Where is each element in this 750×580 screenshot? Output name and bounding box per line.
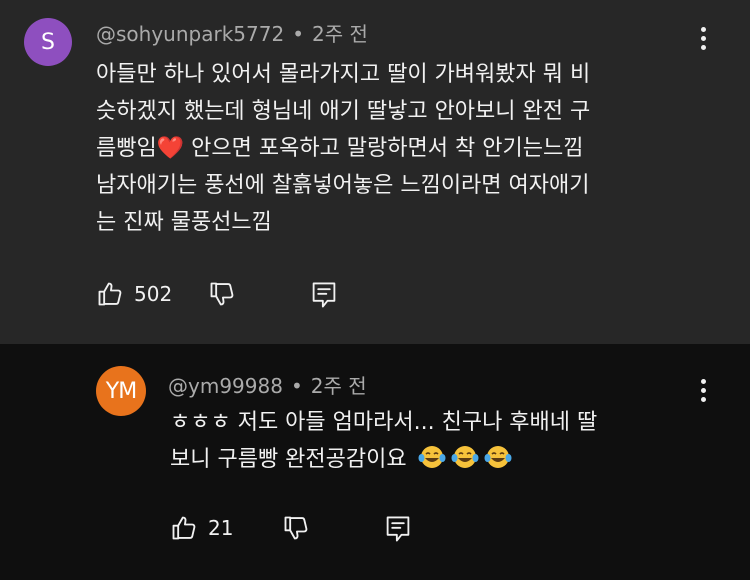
- reply-comment-icon: [386, 516, 410, 542]
- reply-avatar[interactable]: YM: [96, 366, 146, 416]
- more-dot: [700, 44, 706, 50]
- thumbs-up-icon: [98, 282, 122, 306]
- like-count: 502: [134, 282, 173, 306]
- reply-dislike-button[interactable]: [282, 514, 310, 542]
- meta-separator: •: [290, 374, 303, 398]
- like-button[interactable]: 502: [96, 280, 172, 308]
- comment-meta: @sohyunpark5772 • 2주 전: [96, 18, 368, 47]
- more-options-button[interactable]: [691, 20, 715, 56]
- thumbs-down-icon: [210, 282, 234, 306]
- reply-button[interactable]: [310, 280, 338, 310]
- reply-line-segment: 보니 구름빵 완전공감이요: [170, 447, 407, 472]
- avatar-letters: YM: [105, 378, 137, 404]
- avatar-letter: S: [41, 29, 55, 55]
- thumbs-down-icon: [284, 516, 308, 540]
- comment-line: 아들만 하나 있어서 몰라가지고 딸이 가벼워봤자 뭐 비: [96, 62, 591, 87]
- dislike-button[interactable]: [208, 280, 236, 308]
- reply-author[interactable]: @ym99988: [168, 374, 283, 398]
- reply-more-options-button[interactable]: [691, 372, 715, 408]
- comment-line-segment: 안으면 포옥하고 말랑하면서 착 안기는느낌: [184, 136, 584, 161]
- tears-of-joy-emoji: [418, 446, 446, 468]
- meta-separator: •: [292, 22, 304, 46]
- more-dot: [700, 387, 706, 393]
- tears-of-joy-emoji: [484, 446, 512, 468]
- comment-line: 남자애기는 풍선에 찰흙넣어놓은 느낌이라면 여자애기: [96, 173, 590, 198]
- comment-line: 슷하겠지 했는데 형님네 애기 딸낳고 안아보니 완전 구: [96, 99, 591, 124]
- heart-emoji: ❤️: [156, 136, 185, 161]
- more-dot: [700, 396, 706, 402]
- more-dot: [700, 35, 706, 41]
- reply-line: 보니 구름빵 완전공감이요: [170, 441, 597, 478]
- reply-timestamp[interactable]: 2주 전: [311, 374, 367, 398]
- comment-text: 아들만 하나 있어서 몰라가지고 딸이 가벼워봤자 뭐 비 슷하겠지 했는데 형…: [96, 56, 590, 241]
- more-vertical-icon: [700, 378, 706, 384]
- thumbs-up-icon: [172, 516, 196, 540]
- comment-timestamp[interactable]: 2주 전: [312, 22, 368, 46]
- reply-like-count: 21: [208, 516, 234, 540]
- reply-like-button[interactable]: 21: [170, 514, 233, 542]
- comment-line: 는 진짜 물풍선느낌: [96, 210, 272, 235]
- reply-reply-button[interactable]: [384, 514, 412, 544]
- reply-text: ㅎㅎㅎ 저도 아들 엄마라서... 친구나 후배네 딸 보니 구름빵 완전공감이…: [170, 404, 597, 478]
- more-vertical-icon: [700, 26, 706, 32]
- comment-author[interactable]: @sohyunpark5772: [96, 22, 284, 46]
- reply-comment-icon: [312, 282, 336, 308]
- avatar[interactable]: S: [24, 18, 72, 66]
- comment-line: 름빵임❤️ 안으면 포옥하고 말랑하면서 착 안기는느낌: [96, 130, 590, 167]
- reply-line: ㅎㅎㅎ 저도 아들 엄마라서... 친구나 후배네 딸: [170, 410, 598, 435]
- comment-line-segment: 름빵임: [96, 136, 157, 161]
- reply-meta: @ym99988 • 2주 전: [168, 370, 367, 399]
- tears-of-joy-emoji: [451, 446, 479, 468]
